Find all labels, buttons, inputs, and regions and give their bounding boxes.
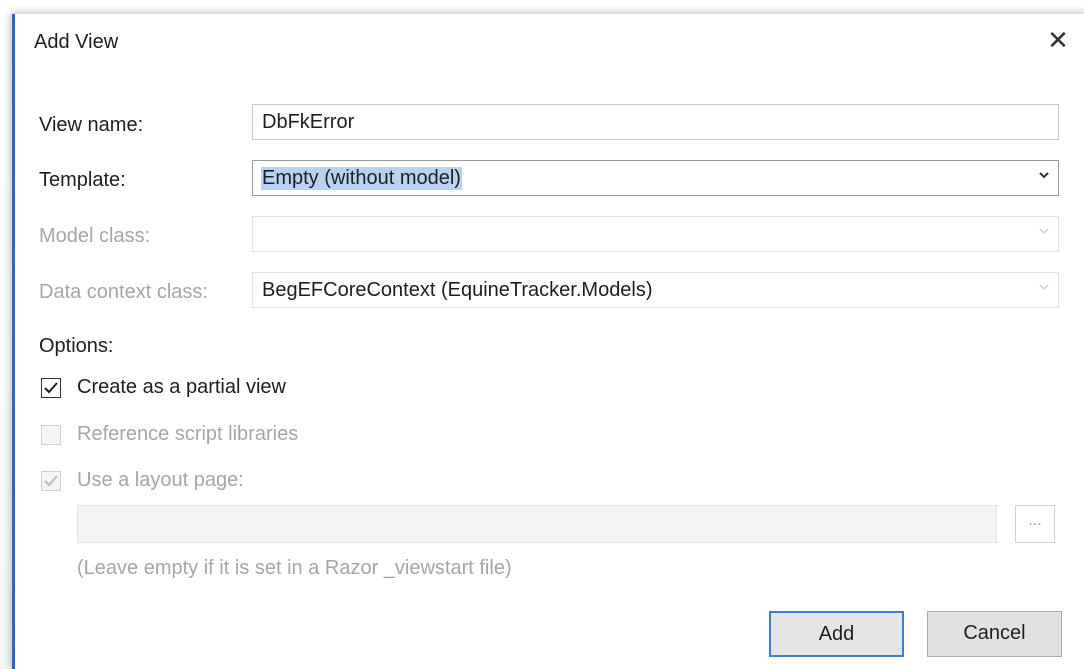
layout-page-path-input [77,505,997,543]
chevron-down-icon [1038,280,1050,296]
script-libraries-label: Reference script libraries [77,423,299,445]
layout-page-label: Use a layout page: [77,469,244,491]
template-selected-value: Empty (without model) [261,167,462,190]
view-name-input[interactable]: DbFkError [252,104,1059,140]
data-context-select[interactable]: BegEFCoreContext (EquineTracker.Models) [252,272,1059,308]
layout-page-checkbox [41,471,61,491]
add-view-dialog: Add View ✕ View name: DbFkError Template… [12,14,1084,669]
template-label: Template: [39,169,126,191]
script-libraries-checkbox [41,425,61,445]
partial-view-label[interactable]: Create as a partial view [77,376,286,399]
close-icon[interactable]: ✕ [1043,25,1073,55]
template-select[interactable]: Empty (without model) [252,160,1059,196]
add-button[interactable]: Add [769,611,904,657]
view-name-label: View name: [39,114,144,136]
view-name-value: DbFkError [262,111,355,133]
model-class-label: Model class: [39,225,151,247]
options-label: Options: [39,335,114,357]
chevron-down-icon [1038,224,1050,240]
cancel-button[interactable]: Cancel [927,611,1062,657]
browse-button: ... [1015,505,1055,543]
data-context-label: Data context class: [39,281,208,303]
model-class-select [252,216,1059,252]
layout-hint: (Leave empty if it is set in a Razor _vi… [77,557,512,579]
dialog-title: Add View [34,31,119,53]
partial-view-checkbox[interactable] [41,378,61,398]
chevron-down-icon [1038,168,1050,184]
data-context-value: BegEFCoreContext (EquineTracker.Models) [262,279,653,301]
